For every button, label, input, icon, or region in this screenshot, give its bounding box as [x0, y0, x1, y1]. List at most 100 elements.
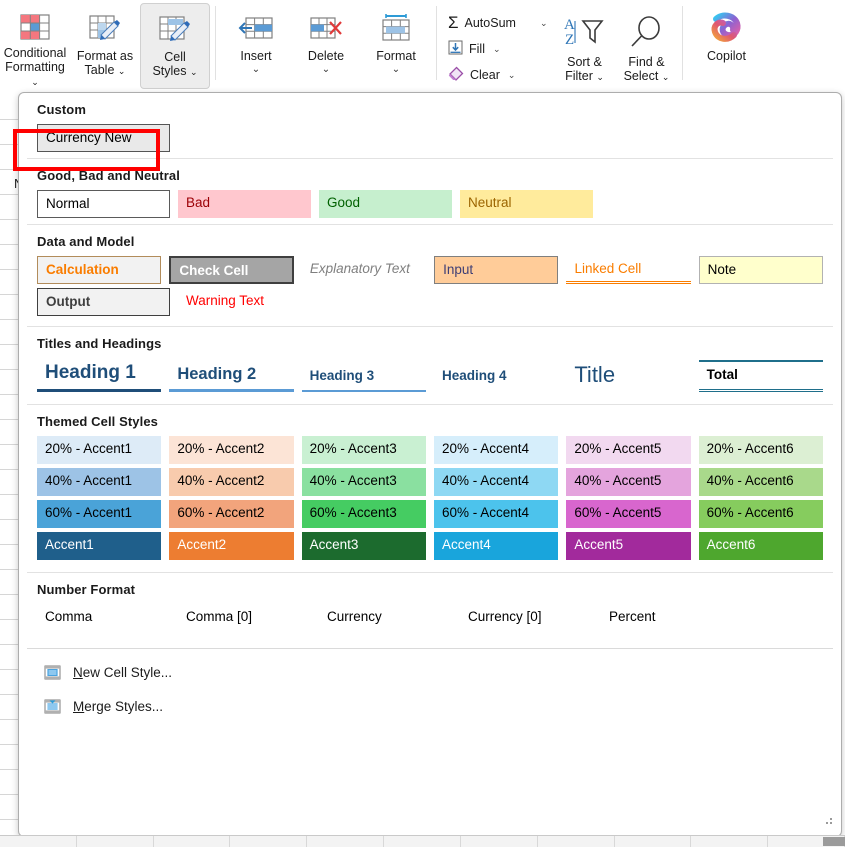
- ribbon-label-line2: Select: [623, 69, 659, 83]
- ribbon-separator: [682, 6, 684, 80]
- style-40-accent2[interactable]: 40% - Accent2: [169, 468, 294, 496]
- style-explanatory-text[interactable]: Explanatory Text: [301, 256, 427, 284]
- style-20-accent5[interactable]: 20% - Accent5: [566, 436, 691, 464]
- style-40-accent6[interactable]: 40% - Accent6: [698, 468, 823, 496]
- menu-item-label-rest: erge Styles...: [84, 698, 164, 714]
- chevron-down-icon[interactable]: ⌄: [190, 67, 198, 77]
- resize-grip[interactable]: [824, 818, 834, 828]
- chevron-down-icon[interactable]: ⌄: [596, 72, 604, 82]
- style-currency-new[interactable]: Currency New: [37, 124, 170, 152]
- menu-item-merge-styles[interactable]: Merge Styles...: [19, 689, 841, 723]
- style-percent[interactable]: Percent: [601, 604, 734, 632]
- style-check-cell[interactable]: Check Cell: [169, 256, 294, 284]
- style-40-accent4[interactable]: 40% - Accent4: [433, 468, 559, 496]
- ribbon-button-autosum[interactable]: Σ AutoSum ⌄: [442, 10, 553, 36]
- ribbon-button-cell-styles[interactable]: Cell Styles ⌄: [140, 3, 210, 89]
- chevron-down-icon[interactable]: ⌄: [252, 64, 260, 75]
- ribbon-label-line1: Format as: [76, 49, 134, 63]
- style-60-accent2[interactable]: 60% - Accent2: [169, 500, 294, 528]
- format-cells-icon: [379, 11, 413, 45]
- chevron-down-icon[interactable]: ⌄: [493, 44, 501, 55]
- style-accent1[interactable]: Accent1: [37, 532, 162, 560]
- style-row: Heading 1 Heading 2 Heading 3 Heading 4 …: [19, 356, 841, 394]
- style-good[interactable]: Good: [319, 190, 452, 218]
- ribbon-button-fill[interactable]: Fill ⌄: [442, 36, 553, 62]
- style-row: 20% - Accent1 20% - Accent2 20% - Accent…: [19, 434, 841, 466]
- chevron-down-icon[interactable]: ⌄: [508, 70, 516, 81]
- chevron-down-icon[interactable]: ⌄: [392, 64, 400, 75]
- fill-down-icon: [448, 40, 463, 58]
- style-40-accent5[interactable]: 40% - Accent5: [566, 468, 691, 496]
- ribbon-button-clear[interactable]: Clear ⌄: [442, 62, 553, 88]
- style-output[interactable]: Output: [37, 288, 170, 316]
- style-20-accent4[interactable]: 20% - Accent4: [433, 436, 559, 464]
- style-accent2[interactable]: Accent2: [169, 532, 294, 560]
- ribbon-button-find-select[interactable]: Find & Select ⌄: [615, 3, 677, 89]
- ribbon-button-insert[interactable]: Insert ⌄: [221, 3, 291, 89]
- style-heading-3[interactable]: Heading 3: [301, 362, 426, 392]
- style-accent6[interactable]: Accent6: [698, 532, 823, 560]
- style-60-accent5[interactable]: 60% - Accent5: [566, 500, 691, 528]
- chevron-down-icon[interactable]: ⌄: [31, 77, 39, 87]
- style-bad[interactable]: Bad: [178, 190, 311, 218]
- style-60-accent4[interactable]: 60% - Accent4: [433, 500, 559, 528]
- chevron-down-icon[interactable]: ⌄: [322, 64, 330, 75]
- ribbon-button-format[interactable]: Format ⌄: [361, 3, 431, 89]
- menu-item-label: New Cell Style...: [73, 665, 172, 680]
- style-normal[interactable]: Normal: [37, 190, 170, 218]
- style-accent3[interactable]: Accent3: [301, 532, 426, 560]
- ribbon-button-format-as-table[interactable]: Format as Table ⌄: [70, 3, 140, 89]
- chevron-down-icon[interactable]: ⌄: [118, 66, 126, 76]
- ribbon-group-editing: Σ AutoSum ⌄ Fill ⌄ Clear ⌄ A Z Sort & Fi…: [442, 0, 677, 93]
- ribbon-label-format: Format: [376, 49, 416, 63]
- horizontal-scrollbar-thumb[interactable]: [823, 837, 845, 846]
- ribbon-label-delete: Delete: [307, 49, 345, 63]
- style-60-accent6[interactable]: 60% - Accent6: [698, 500, 823, 528]
- group-title-good-bad-neutral: Good, Bad and Neutral: [37, 168, 180, 183]
- style-comma-0[interactable]: Comma [0]: [178, 604, 311, 632]
- style-accent5[interactable]: Accent5: [566, 532, 691, 560]
- menu-item-new-cell-style[interactable]: New Cell Style...: [19, 655, 841, 689]
- svg-text:A: A: [564, 17, 575, 33]
- ribbon-label-line2: Formatting: [5, 60, 65, 74]
- style-warning-text[interactable]: Warning Text: [178, 288, 311, 316]
- style-heading-1[interactable]: Heading 1: [37, 358, 162, 392]
- style-40-accent3[interactable]: 40% - Accent3: [301, 468, 426, 496]
- ribbon-button-sort-filter[interactable]: A Z Sort & Filter ⌄: [553, 3, 615, 89]
- style-20-accent1[interactable]: 20% - Accent1: [37, 436, 162, 464]
- ribbon-label-line1: Sort &: [567, 55, 602, 69]
- chevron-down-icon[interactable]: ⌄: [540, 18, 548, 29]
- style-accent4[interactable]: Accent4: [433, 532, 559, 560]
- style-60-accent1[interactable]: 60% - Accent1: [37, 500, 162, 528]
- style-title[interactable]: Title: [566, 360, 690, 392]
- ribbon-label-line1: Conditional: [3, 46, 67, 60]
- commands-divider: [27, 648, 833, 649]
- style-input[interactable]: Input: [434, 256, 559, 284]
- ribbon-label-copilot: Copilot: [707, 49, 746, 63]
- style-neutral[interactable]: Neutral: [460, 190, 593, 218]
- style-20-accent3[interactable]: 20% - Accent3: [301, 436, 426, 464]
- style-heading-2[interactable]: Heading 2: [169, 360, 294, 392]
- style-20-accent6[interactable]: 20% - Accent6: [698, 436, 823, 464]
- ribbon-label-line1: Find &: [628, 55, 665, 69]
- style-20-accent2[interactable]: 20% - Accent2: [169, 436, 294, 464]
- delete-cells-icon: [308, 11, 344, 45]
- style-total[interactable]: Total: [698, 360, 823, 392]
- ribbon-button-conditional-formatting[interactable]: Conditional Formatting ⌄: [0, 3, 70, 89]
- merge-styles-icon: [43, 697, 61, 715]
- style-linked-cell[interactable]: Linked Cell: [566, 256, 691, 284]
- style-note[interactable]: Note: [698, 256, 823, 284]
- style-comma[interactable]: Comma: [37, 604, 170, 632]
- style-60-accent3[interactable]: 60% - Accent3: [301, 500, 426, 528]
- style-currency-0[interactable]: Currency [0]: [460, 604, 593, 632]
- style-calculation[interactable]: Calculation: [37, 256, 162, 284]
- style-currency[interactable]: Currency: [319, 604, 452, 632]
- style-row: Normal Bad Good Neutral: [19, 188, 841, 220]
- ribbon-button-copilot[interactable]: Copilot: [688, 3, 764, 89]
- chevron-down-icon[interactable]: ⌄: [662, 72, 670, 82]
- style-40-accent1[interactable]: 40% - Accent1: [37, 468, 162, 496]
- ribbon-separator: [215, 6, 216, 80]
- style-heading-4[interactable]: Heading 4: [434, 362, 558, 392]
- ribbon-button-delete[interactable]: Delete ⌄: [291, 3, 361, 89]
- excel-window: N Conditional: [0, 0, 845, 847]
